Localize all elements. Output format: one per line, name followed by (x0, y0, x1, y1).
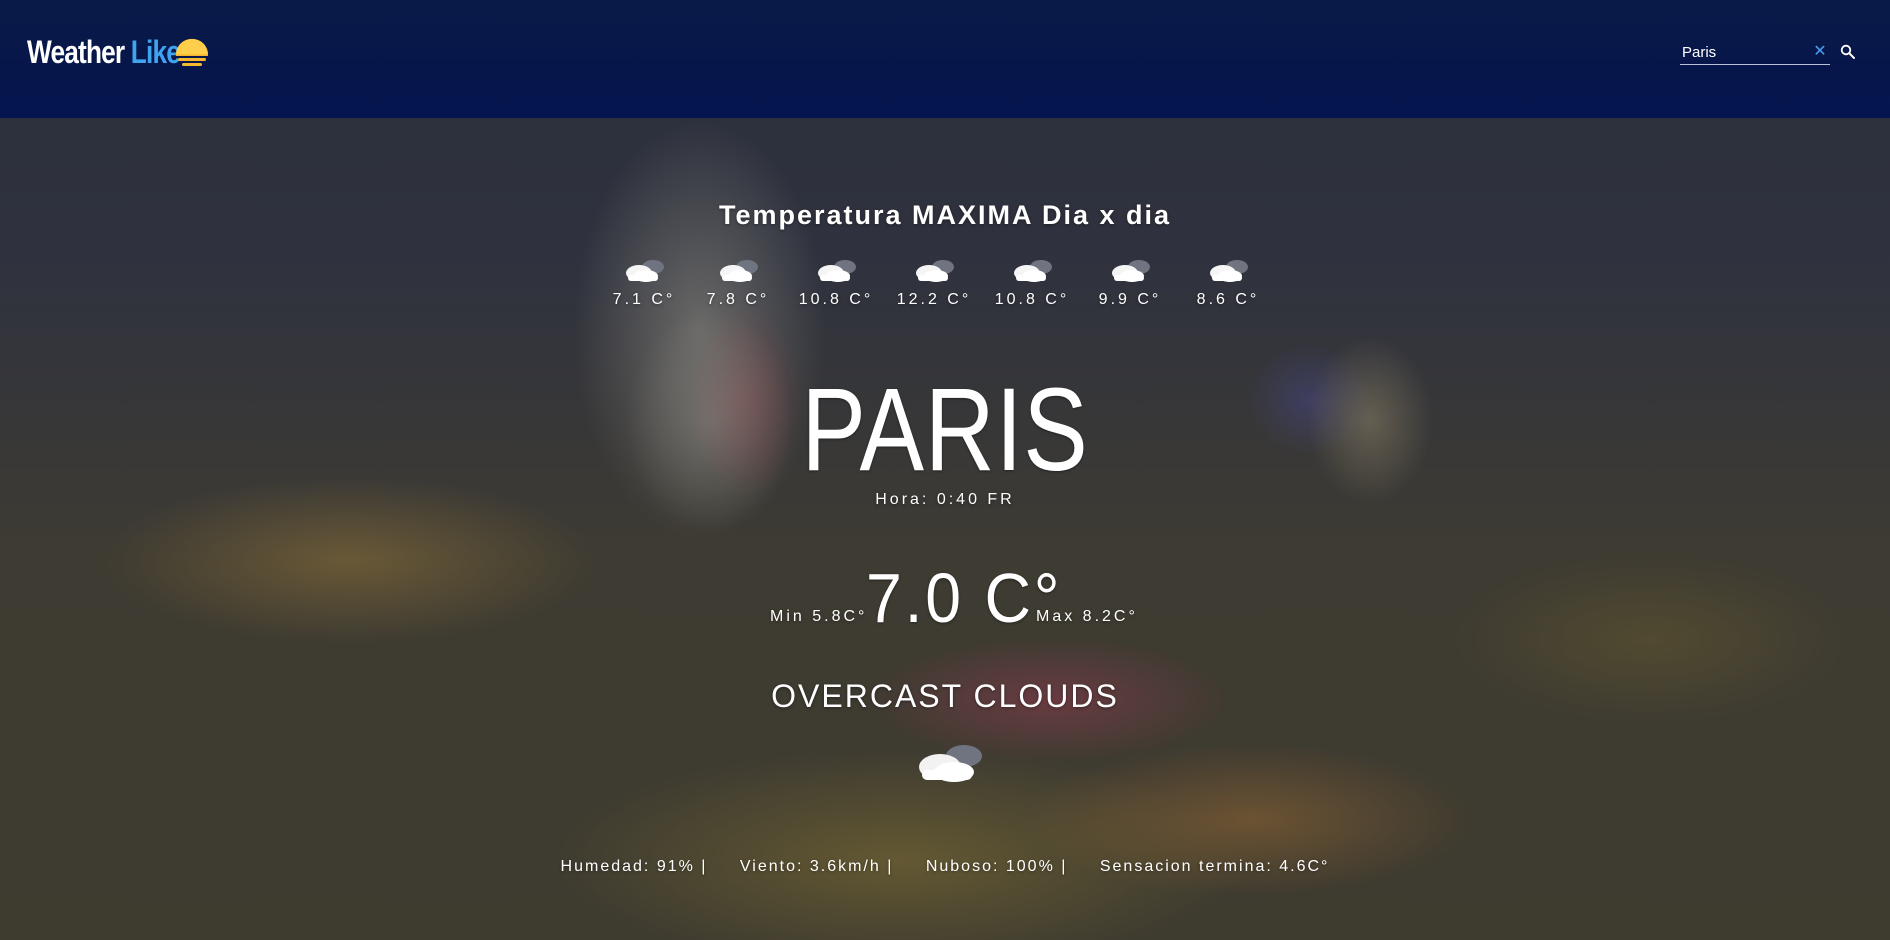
forecast-temp: 10.8 C° (798, 291, 874, 308)
forecast-temp: 7.8 C° (706, 291, 770, 308)
header: Weather Like ✕ (0, 0, 1890, 118)
cloud-icon (626, 260, 664, 282)
cloud-icon (916, 260, 954, 282)
forecast-day: 12.2 C° (884, 255, 984, 309)
brand-text-like: Like (130, 34, 181, 70)
search-icon[interactable] (1840, 44, 1856, 60)
local-time: Hora: 0:40 FR (875, 491, 1015, 508)
forecast-day: 10.8 C° (982, 255, 1082, 309)
city-name: PARIS (801, 364, 1089, 496)
weather-stats: Humedad: 91% | Viento: 3.6km/h | Nuboso:… (0, 858, 1890, 876)
brand-text-weather: Weather (27, 34, 125, 70)
sun-logo-icon (176, 38, 208, 66)
cloud-icon (1210, 260, 1248, 282)
search-input[interactable] (1682, 42, 1802, 62)
min-temp: Min 5.8C° (770, 608, 868, 625)
forecast-day: 9.9 C° (1080, 255, 1180, 309)
wind-stat: Viento: 3.6km/h | (739, 858, 894, 875)
forecast-temp: 8.6 C° (1196, 291, 1260, 308)
cloud-icon (1112, 260, 1150, 282)
clear-icon[interactable]: ✕ (1812, 44, 1828, 60)
cloud-icon (720, 260, 758, 282)
forecast-temp: 10.8 C° (994, 291, 1070, 308)
humidity-stat: Humedad: 91% | (560, 858, 708, 875)
forecast-day: 10.8 C° (786, 255, 886, 309)
forecast-temp: 9.9 C° (1098, 291, 1162, 308)
forecast-day: 7.1 C° (594, 255, 694, 309)
forecast-temp: 7.1 C° (612, 291, 676, 308)
max-temp: Max 8.2C° (1036, 608, 1138, 625)
forecast-title: Temperatura MAXIMA Dia x dia (718, 200, 1172, 230)
overcast-clouds-icon (919, 745, 982, 782)
feels-like-stat: Sensacion termina: 4.6C° (1099, 858, 1330, 875)
cloud-icon (1014, 260, 1052, 282)
brand-logo[interactable]: Weather Like (27, 34, 181, 71)
search-box: ✕ (1680, 42, 1830, 65)
forecast-temp: 12.2 C° (896, 291, 972, 308)
forecast-day: 8.6 C° (1178, 255, 1278, 309)
cloudiness-stat: Nuboso: 100% | (925, 858, 1068, 875)
current-temp: 7.0 C° (866, 559, 1063, 637)
cloud-icon (818, 260, 856, 282)
weather-description: OVERCAST CLOUDS (771, 678, 1119, 714)
forecast-day: 7.8 C° (688, 255, 788, 309)
